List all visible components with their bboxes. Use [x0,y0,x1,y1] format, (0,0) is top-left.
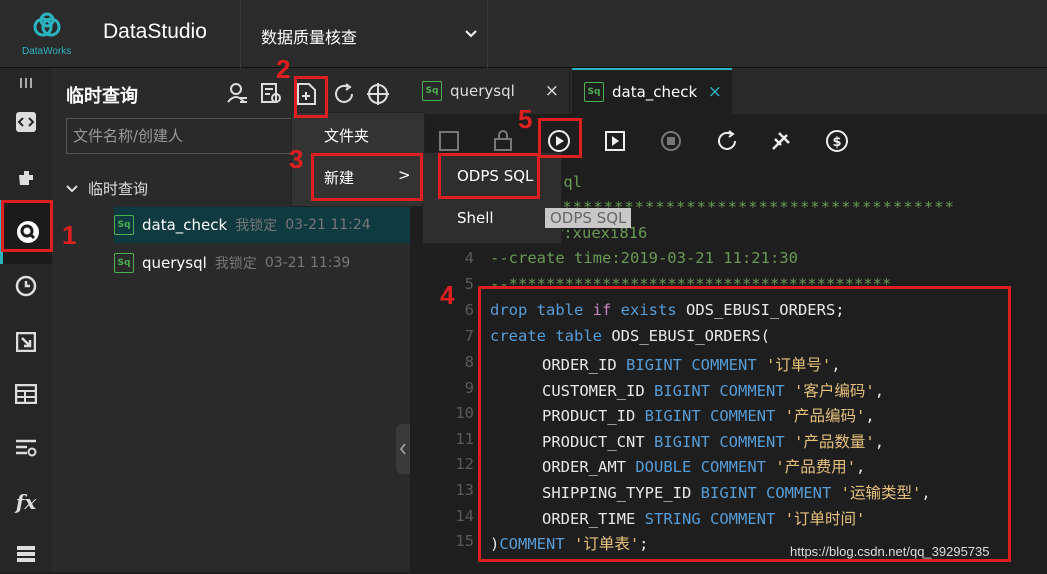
dataworks-logo-icon [33,12,61,37]
tab-label: data_check [612,83,698,101]
line-number: 13 [455,481,474,499]
annotation-box-5 [538,118,582,158]
activity-rail: fx [0,68,52,572]
lock-status: 我锁定 [235,218,278,234]
annotation-box-2 [294,76,328,118]
annotation-box-3 [311,153,423,201]
sql-file-icon: Sq [114,253,134,273]
chevron-down-icon [66,180,78,198]
component-icon[interactable] [0,158,52,198]
sql-file-icon: Sq [584,82,604,102]
line-number: 14 [455,506,474,525]
code-icon[interactable] [0,102,52,142]
tooltip: ODPS SQL [545,208,632,228]
annotation-label: 5 [518,104,533,134]
logo-text: DataWorks [22,46,72,57]
stop-icon[interactable] [654,124,688,158]
sql-file-icon: Sq [114,215,134,235]
file-time: 03-21 11:39 [264,255,351,271]
format-icon[interactable] [764,124,798,158]
function-icon[interactable]: fx [0,482,52,522]
annotation-label: 1 [62,220,77,250]
locate-icon[interactable] [366,82,390,110]
line-number: 15 [455,532,474,550]
file-item-data-check[interactable]: Sq data_check 我锁定 03-21 11:24 [114,207,410,243]
lock-status: 我锁定 [214,256,257,272]
tab-data-check[interactable]: Sq data_check × [572,68,732,114]
lock-filter-icon[interactable] [260,82,282,108]
chevron-down-icon [465,30,477,38]
resource-icon[interactable] [0,534,52,574]
run-with-params-icon[interactable] [598,124,632,158]
line-number: 4 [464,249,474,267]
sql-file-icon: Sq [422,81,442,101]
panel-title: 临时查询 [66,86,138,107]
history-icon[interactable] [0,266,52,306]
close-icon[interactable]: × [545,81,559,101]
annotation-label: 2 [276,54,291,84]
file-time: 03-21 11:24 [285,217,371,233]
line-number: 10 [455,404,474,423]
line-number: 8 [464,353,474,371]
app-title: DataStudio [103,20,207,43]
reload-icon[interactable] [710,124,744,158]
table-icon[interactable] [0,374,52,414]
annotation-box-1 [1,200,53,252]
list-settings-icon[interactable] [0,428,52,468]
line-number: 11 [455,429,474,448]
line-number: 7 [464,327,474,345]
folder-item[interactable]: 临时查询 [66,178,148,199]
refresh-icon[interactable] [332,82,356,110]
menu-item-shell[interactable]: Shell [431,203,541,237]
menu-item-folder[interactable]: 文件夹 [324,125,369,146]
tab-label: querysql [450,82,515,100]
file-name: data_check [142,216,228,234]
file-name: querysql [142,254,207,272]
code-line: --create time:2019-03-21 11:21:30 [490,249,798,267]
file-item-querysql[interactable]: Sq querysql 我锁定 03-21 11:39 [114,245,410,281]
annotation-box-4 [478,286,1011,562]
folder-label: 临时查询 [88,180,149,198]
rail-collapse-icon[interactable] [0,68,52,98]
manual-task-icon[interactable] [0,322,52,362]
search-input[interactable]: 文件名称/创建人 [66,118,296,154]
top-bar: DataWorks DataStudio 数据质量核查 [0,0,1047,68]
user-filter-icon[interactable] [226,82,248,108]
watermark: https://blog.csdn.net/qq_39295735 [790,544,990,559]
close-icon[interactable]: × [708,82,722,102]
annotation-label: 3 [289,144,304,174]
line-number: 12 [455,455,474,474]
panel-collapse-handle[interactable] [396,424,410,474]
tab-bar: Sq querysql × Sq data_check × [410,68,1047,114]
dataworks-logo[interactable]: DataWorks [0,0,96,68]
svg-text:$: $ [832,135,841,150]
line-number: 9 [464,378,474,397]
tab-querysql[interactable]: Sq querysql × [410,68,570,114]
annotation-box-odps-sql [438,153,540,199]
project-name: 数据质量核查 [261,28,358,47]
annotation-label: 4 [440,280,455,310]
cost-estimate-icon[interactable]: $ [820,124,854,158]
